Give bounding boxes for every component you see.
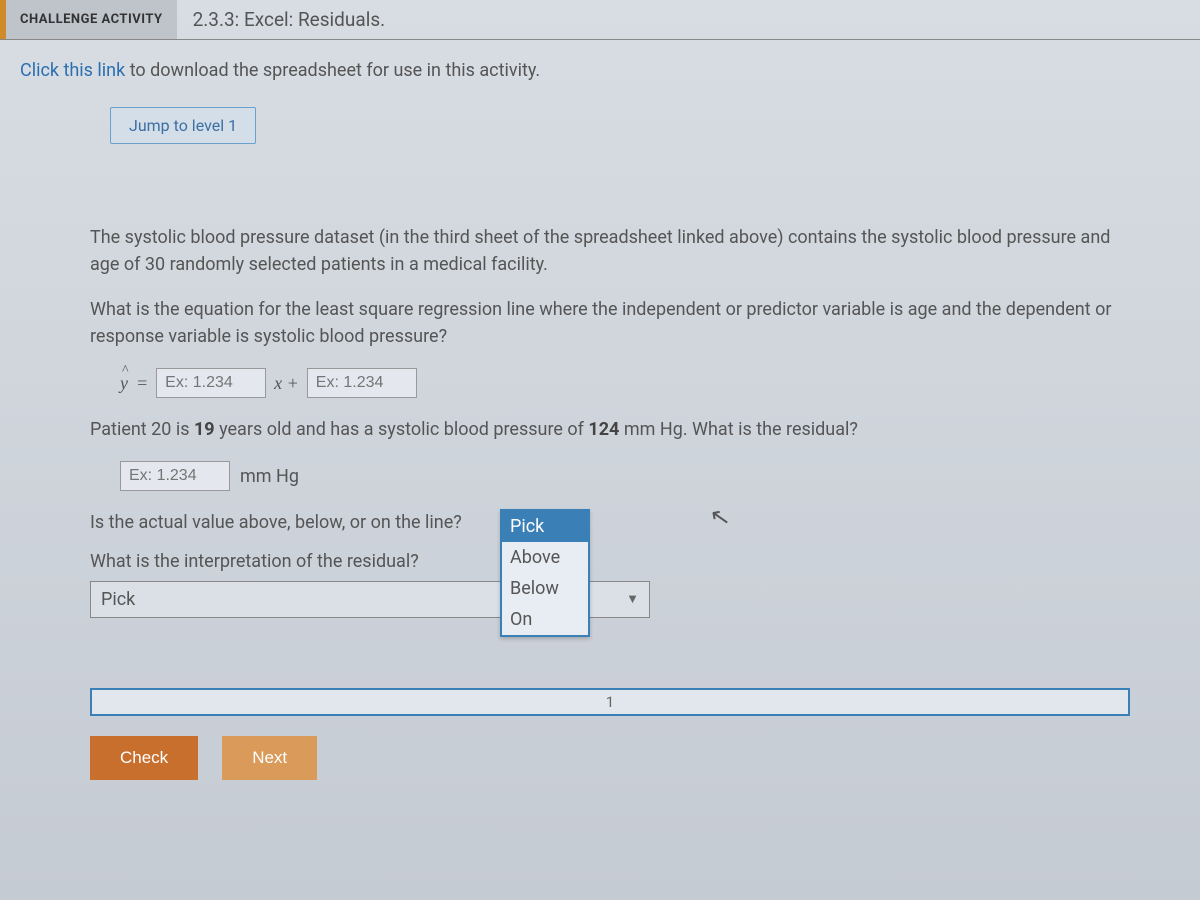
dropdown-option-above[interactable]: Above xyxy=(502,542,588,573)
check-button[interactable]: Check xyxy=(90,736,198,780)
question-regression: What is the equation for the least squar… xyxy=(90,296,1130,350)
intro-paragraph: The systolic blood pressure dataset (in … xyxy=(90,224,1130,278)
patient-bp: 124 xyxy=(588,419,619,440)
dropdown-option-on[interactable]: On xyxy=(502,604,588,635)
activity-title: 2.3.3: Excel: Residuals. xyxy=(177,0,402,39)
activity-header: CHALLENGE ACTIVITY 2.3.3: Excel: Residua… xyxy=(0,0,1200,40)
line-position-dropdown[interactable]: Pick Above Below On xyxy=(500,509,590,637)
residual-unit: mm Hg xyxy=(240,463,299,490)
download-text: to download the spreadsheet for use in t… xyxy=(125,60,540,81)
patient-pre: Patient 20 is xyxy=(90,419,194,440)
interpretation-question: What is the interpretation of the residu… xyxy=(90,548,1130,575)
interpretation-row: What is the interpretation of the residu… xyxy=(90,548,1130,618)
activity-content: The systolic blood pressure dataset (in … xyxy=(90,224,1130,780)
dropdown-option-pick[interactable]: Pick xyxy=(502,511,588,542)
dropdown-option-below[interactable]: Below xyxy=(502,573,588,604)
patient-question: Patient 20 is 19 years old and has a sys… xyxy=(90,416,1130,443)
patient-age: 19 xyxy=(194,419,215,440)
challenge-badge: CHALLENGE ACTIVITY xyxy=(0,0,177,39)
jump-to-level-button[interactable]: Jump to level 1 xyxy=(110,107,256,144)
x-plus: x + xyxy=(274,370,299,397)
line-position-zone: Is the actual value above, below, or on … xyxy=(90,509,1130,618)
residual-input[interactable] xyxy=(120,461,230,491)
patient-mid: years old and has a systolic blood press… xyxy=(215,419,589,440)
download-link[interactable]: Click this link xyxy=(20,60,125,81)
slope-input[interactable] xyxy=(156,368,266,398)
progress-step: 1 xyxy=(606,691,614,714)
chevron-down-icon: ▼ xyxy=(626,590,639,610)
download-instruction: Click this link to download the spreadsh… xyxy=(0,40,1200,91)
progress-bar[interactable]: 1 xyxy=(90,688,1130,716)
next-button[interactable]: Next xyxy=(222,736,317,780)
equals-sign: = xyxy=(136,370,148,397)
button-row: Check Next xyxy=(90,736,1130,780)
intercept-input[interactable] xyxy=(307,368,417,398)
y-hat-symbol: y xyxy=(120,370,128,397)
interpretation-selected: Pick xyxy=(101,586,135,613)
line-position-question: Is the actual value above, below, or on … xyxy=(90,509,462,536)
patient-post: mm Hg. What is the residual? xyxy=(619,419,858,440)
residual-row: mm Hg xyxy=(120,461,1130,491)
regression-equation: y = x + xyxy=(120,368,1130,398)
